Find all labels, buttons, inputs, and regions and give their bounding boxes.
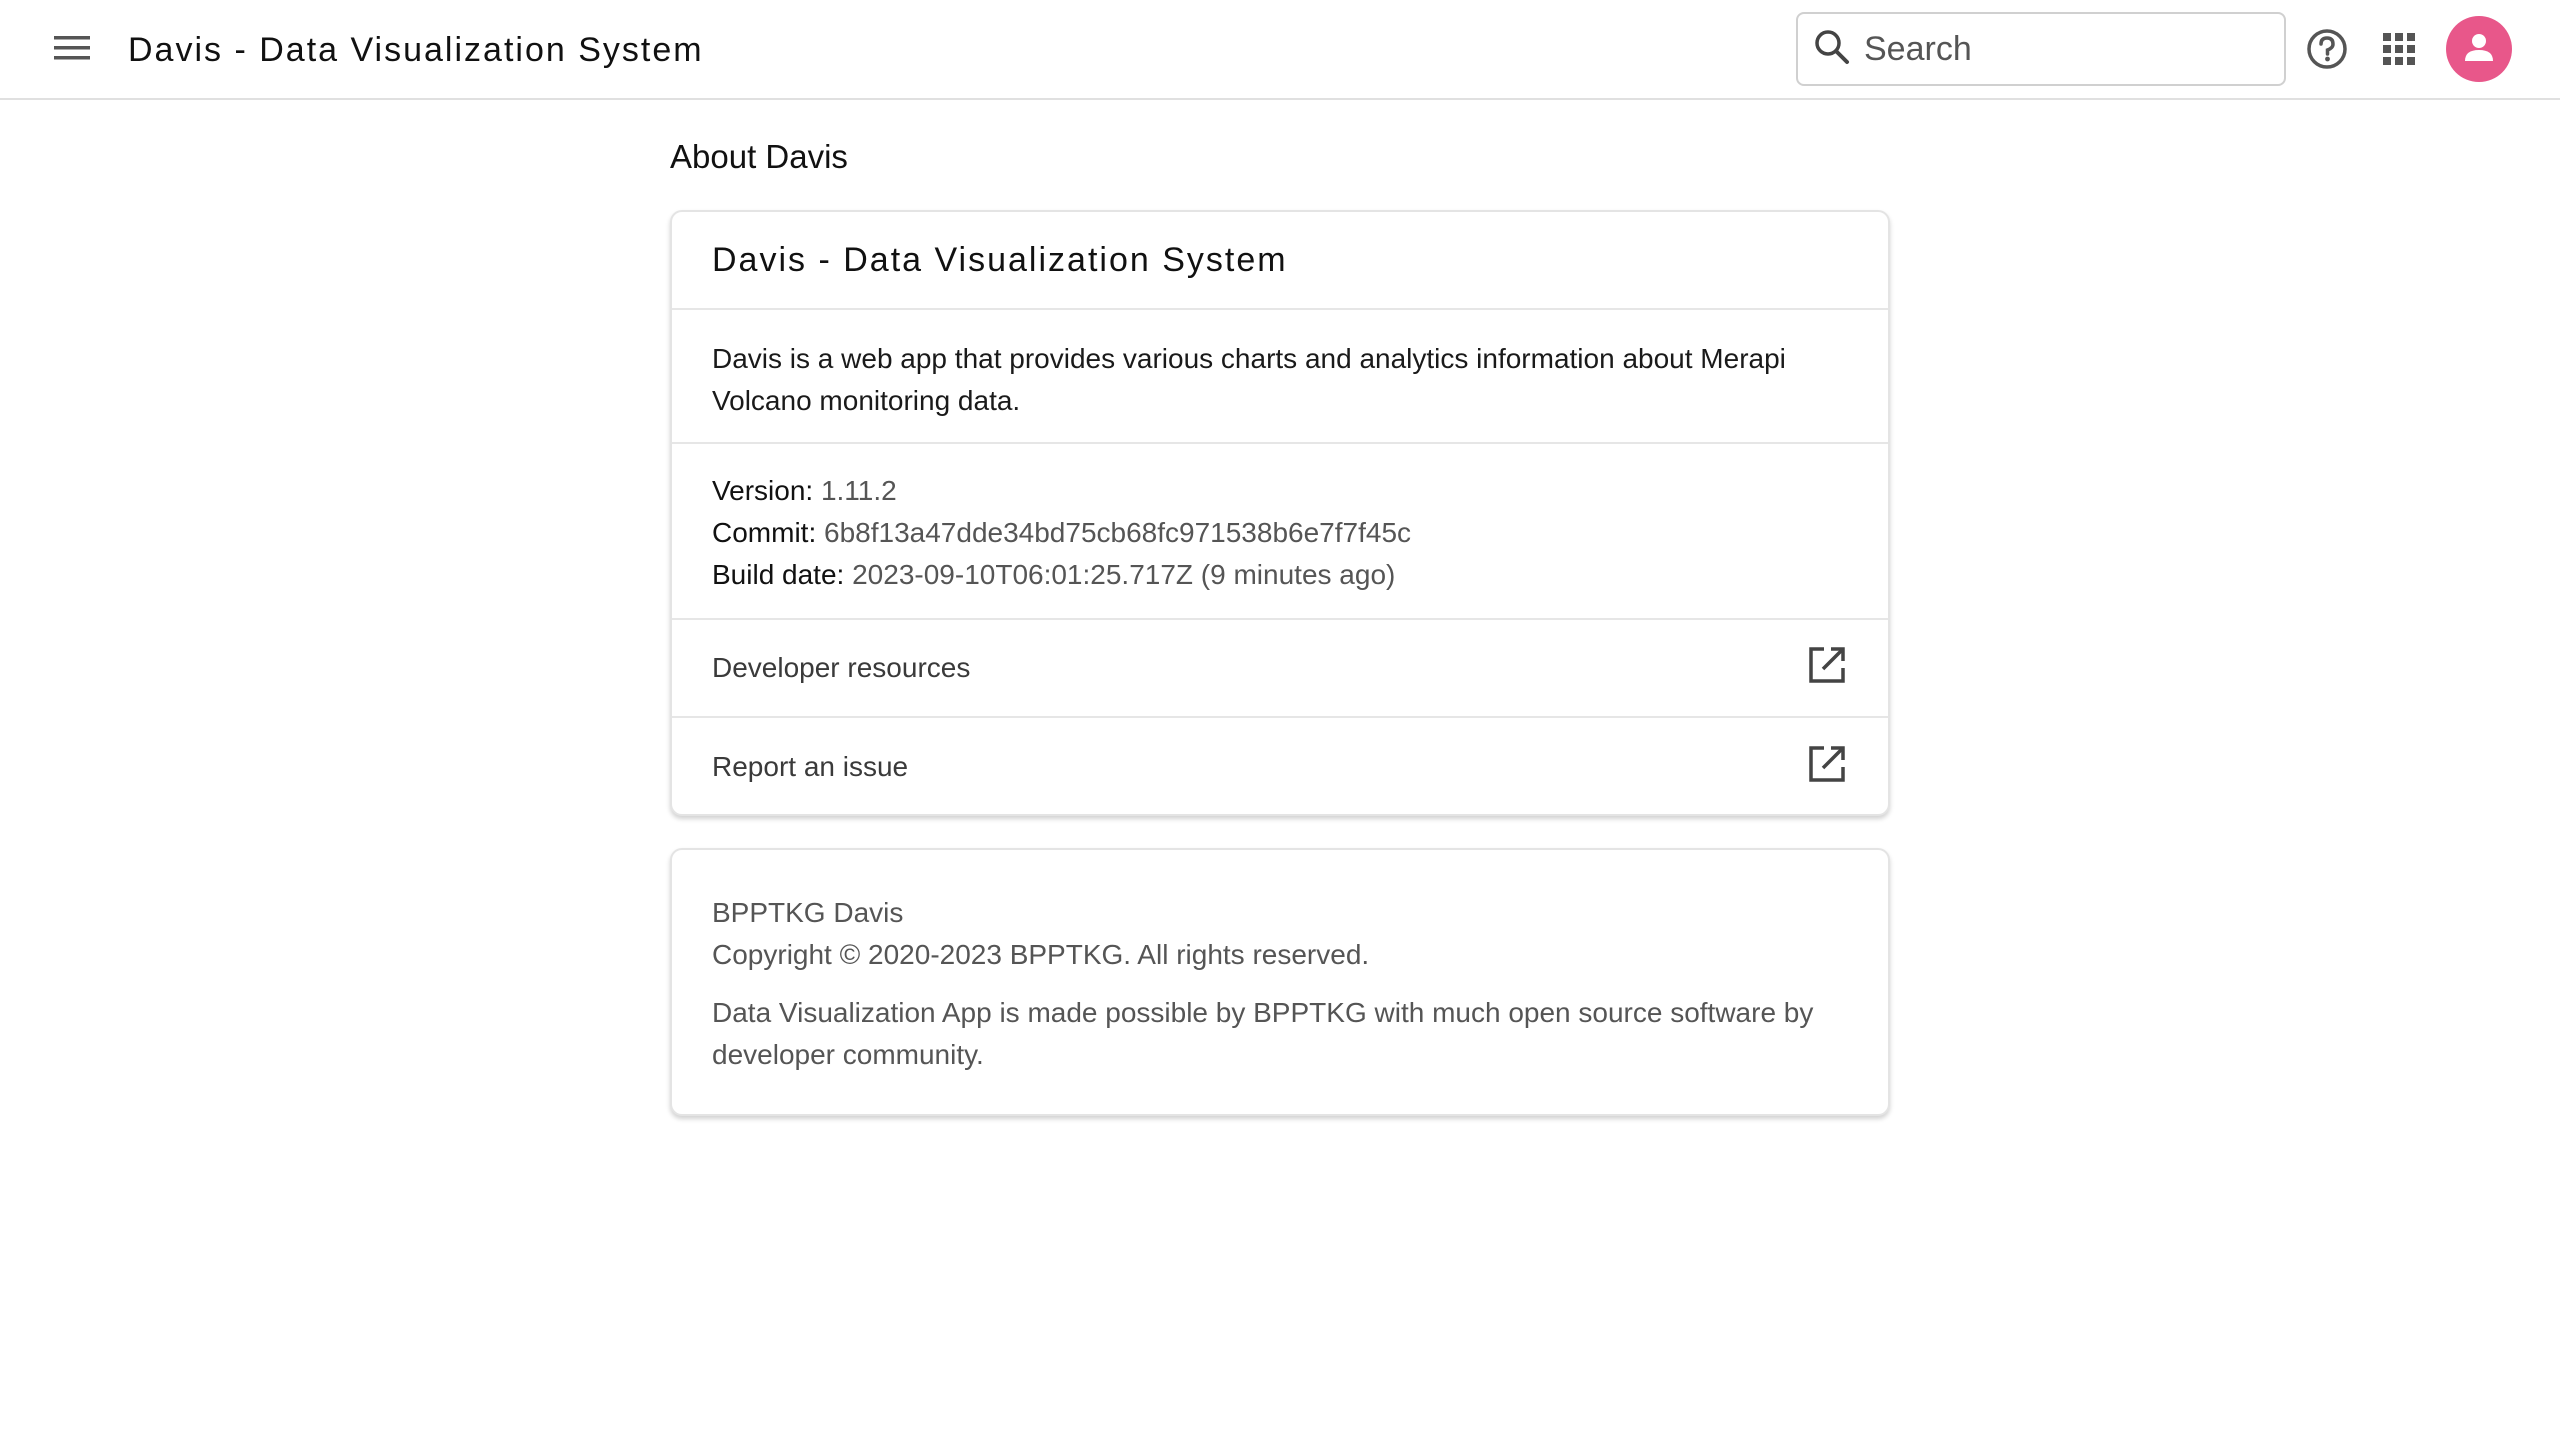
version-value: 1.11.2 [820,475,897,506]
search-icon [1812,27,1852,72]
version-label: Version: [712,475,814,506]
search-input[interactable] [1864,29,2264,69]
open-in-new-icon [1806,743,1848,792]
build-date-line: Build date: 2023-09-10T06:01:25.717Z (9 … [712,554,1848,596]
help-button[interactable] [2302,26,2352,76]
app-description: Davis is a web app that provides various… [672,310,1888,444]
apps-button[interactable] [2374,26,2424,76]
help-circle-icon [2305,27,2349,76]
menu-icon [52,33,92,68]
footer-text: BPPTKG Davis Copyright © 2020-2023 BPPTK… [712,892,1862,1076]
search-box[interactable] [1796,12,2286,86]
menu-button[interactable] [42,26,102,74]
build-date-value: 2023-09-10T06:01:25.717Z (9 minutes ago) [852,559,1396,590]
app-title: Davis - Data Visualization System [128,30,704,69]
footer-card: BPPTKG Davis Copyright © 2020-2023 BPPTK… [670,848,1890,1116]
developer-resources-link[interactable]: Developer resources [672,620,1888,718]
about-card-title: Davis - Data Visualization System [672,212,1888,310]
commit-value: 6b8f13a47dde34bd75cb68fc971538b6e7f7f45c [824,517,1412,548]
user-avatar-button[interactable] [2446,16,2512,82]
user-avatar-icon [2462,30,2496,69]
build-info: Version: 1.11.2 Commit: 6b8f13a47dde34bd… [672,444,1888,620]
open-in-new-icon [1806,644,1848,693]
about-card: Davis - Data Visualization System Davis … [670,210,1890,816]
report-issue-label: Report an issue [712,751,909,782]
top-app-bar: Davis - Data Visualization System [0,0,2560,100]
footer-credits: Data Visualization App is made possible … [712,997,1814,1070]
report-issue-link[interactable]: Report an issue [672,718,1888,816]
footer-copyright: Copyright © 2020-2023 BPPTKG. All rights… [712,939,1370,970]
apps-grid-icon [2381,31,2417,72]
version-line: Version: 1.11.2 [712,470,1848,512]
build-date-label: Build date: [712,559,845,590]
commit-line: Commit: 6b8f13a47dde34bd75cb68fc971538b6… [712,512,1848,554]
developer-resources-label: Developer resources [712,652,971,683]
page-title: About Davis [670,138,848,175]
commit-label: Commit: [712,517,817,548]
footer-app-name: BPPTKG Davis [712,897,904,928]
